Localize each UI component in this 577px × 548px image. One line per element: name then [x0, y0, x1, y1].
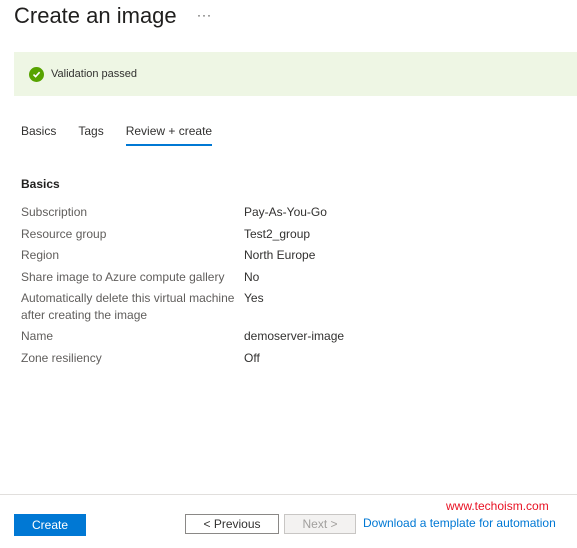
download-template-link[interactable]: Download a template for automation — [363, 516, 556, 530]
page-title: Create an image — [14, 3, 177, 28]
validation-text: Validation passed — [51, 68, 138, 80]
next-button[interactable]: Next > — [284, 514, 356, 534]
tab-tags[interactable]: Tags — [78, 124, 103, 146]
watermark: www.techoism.com — [446, 499, 549, 513]
detail-label: Zone resiliency — [21, 351, 102, 365]
detail-value: Pay-As-You-Go — [244, 205, 327, 219]
check-circle-icon — [29, 66, 44, 82]
detail-value: No — [244, 270, 260, 284]
detail-label: Region — [21, 248, 60, 262]
detail-label: Automatically delete this virtual machin… — [21, 291, 235, 322]
detail-value: North Europe — [244, 248, 316, 262]
detail-label: Subscription — [21, 205, 88, 219]
previous-button[interactable]: < Previous — [185, 514, 279, 534]
footer-divider — [0, 494, 577, 495]
detail-value: Test2_group — [244, 227, 311, 241]
detail-label: Name — [21, 329, 54, 343]
section-heading: Basics — [21, 177, 60, 191]
detail-label: Resource group — [21, 227, 107, 241]
tab-bar: Basics Tags Review + create — [21, 124, 234, 146]
create-button[interactable]: Create — [14, 514, 86, 536]
detail-label: Share image to Azure compute gallery — [21, 270, 225, 284]
title-row: Create an image — [14, 0, 177, 32]
detail-value: Off — [244, 351, 260, 365]
more-options-icon[interactable]: ··· — [197, 8, 212, 22]
validation-banner: Validation passed — [14, 52, 577, 96]
detail-value: demoserver-image — [244, 329, 345, 343]
tab-review-create[interactable]: Review + create — [125, 124, 213, 146]
tab-basics[interactable]: Basics — [21, 124, 56, 146]
detail-value: Yes — [244, 291, 264, 305]
